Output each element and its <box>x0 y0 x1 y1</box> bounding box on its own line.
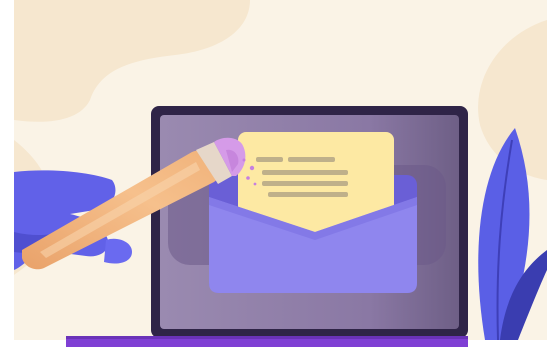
letter-line-4 <box>262 181 348 186</box>
eraser-crumb-4 <box>242 158 246 162</box>
eraser-crumb-3 <box>253 182 257 186</box>
letter-line-3 <box>262 170 348 175</box>
eraser-crumb-1 <box>249 165 255 171</box>
eraser-crumb-2 <box>246 176 250 180</box>
laptop-base-shade <box>66 336 468 339</box>
letter-line-1 <box>256 157 283 162</box>
letter-line-2 <box>288 157 335 162</box>
email-illustration <box>0 0 547 347</box>
letter-line-5 <box>268 192 348 197</box>
illustration-canvas <box>0 0 547 347</box>
